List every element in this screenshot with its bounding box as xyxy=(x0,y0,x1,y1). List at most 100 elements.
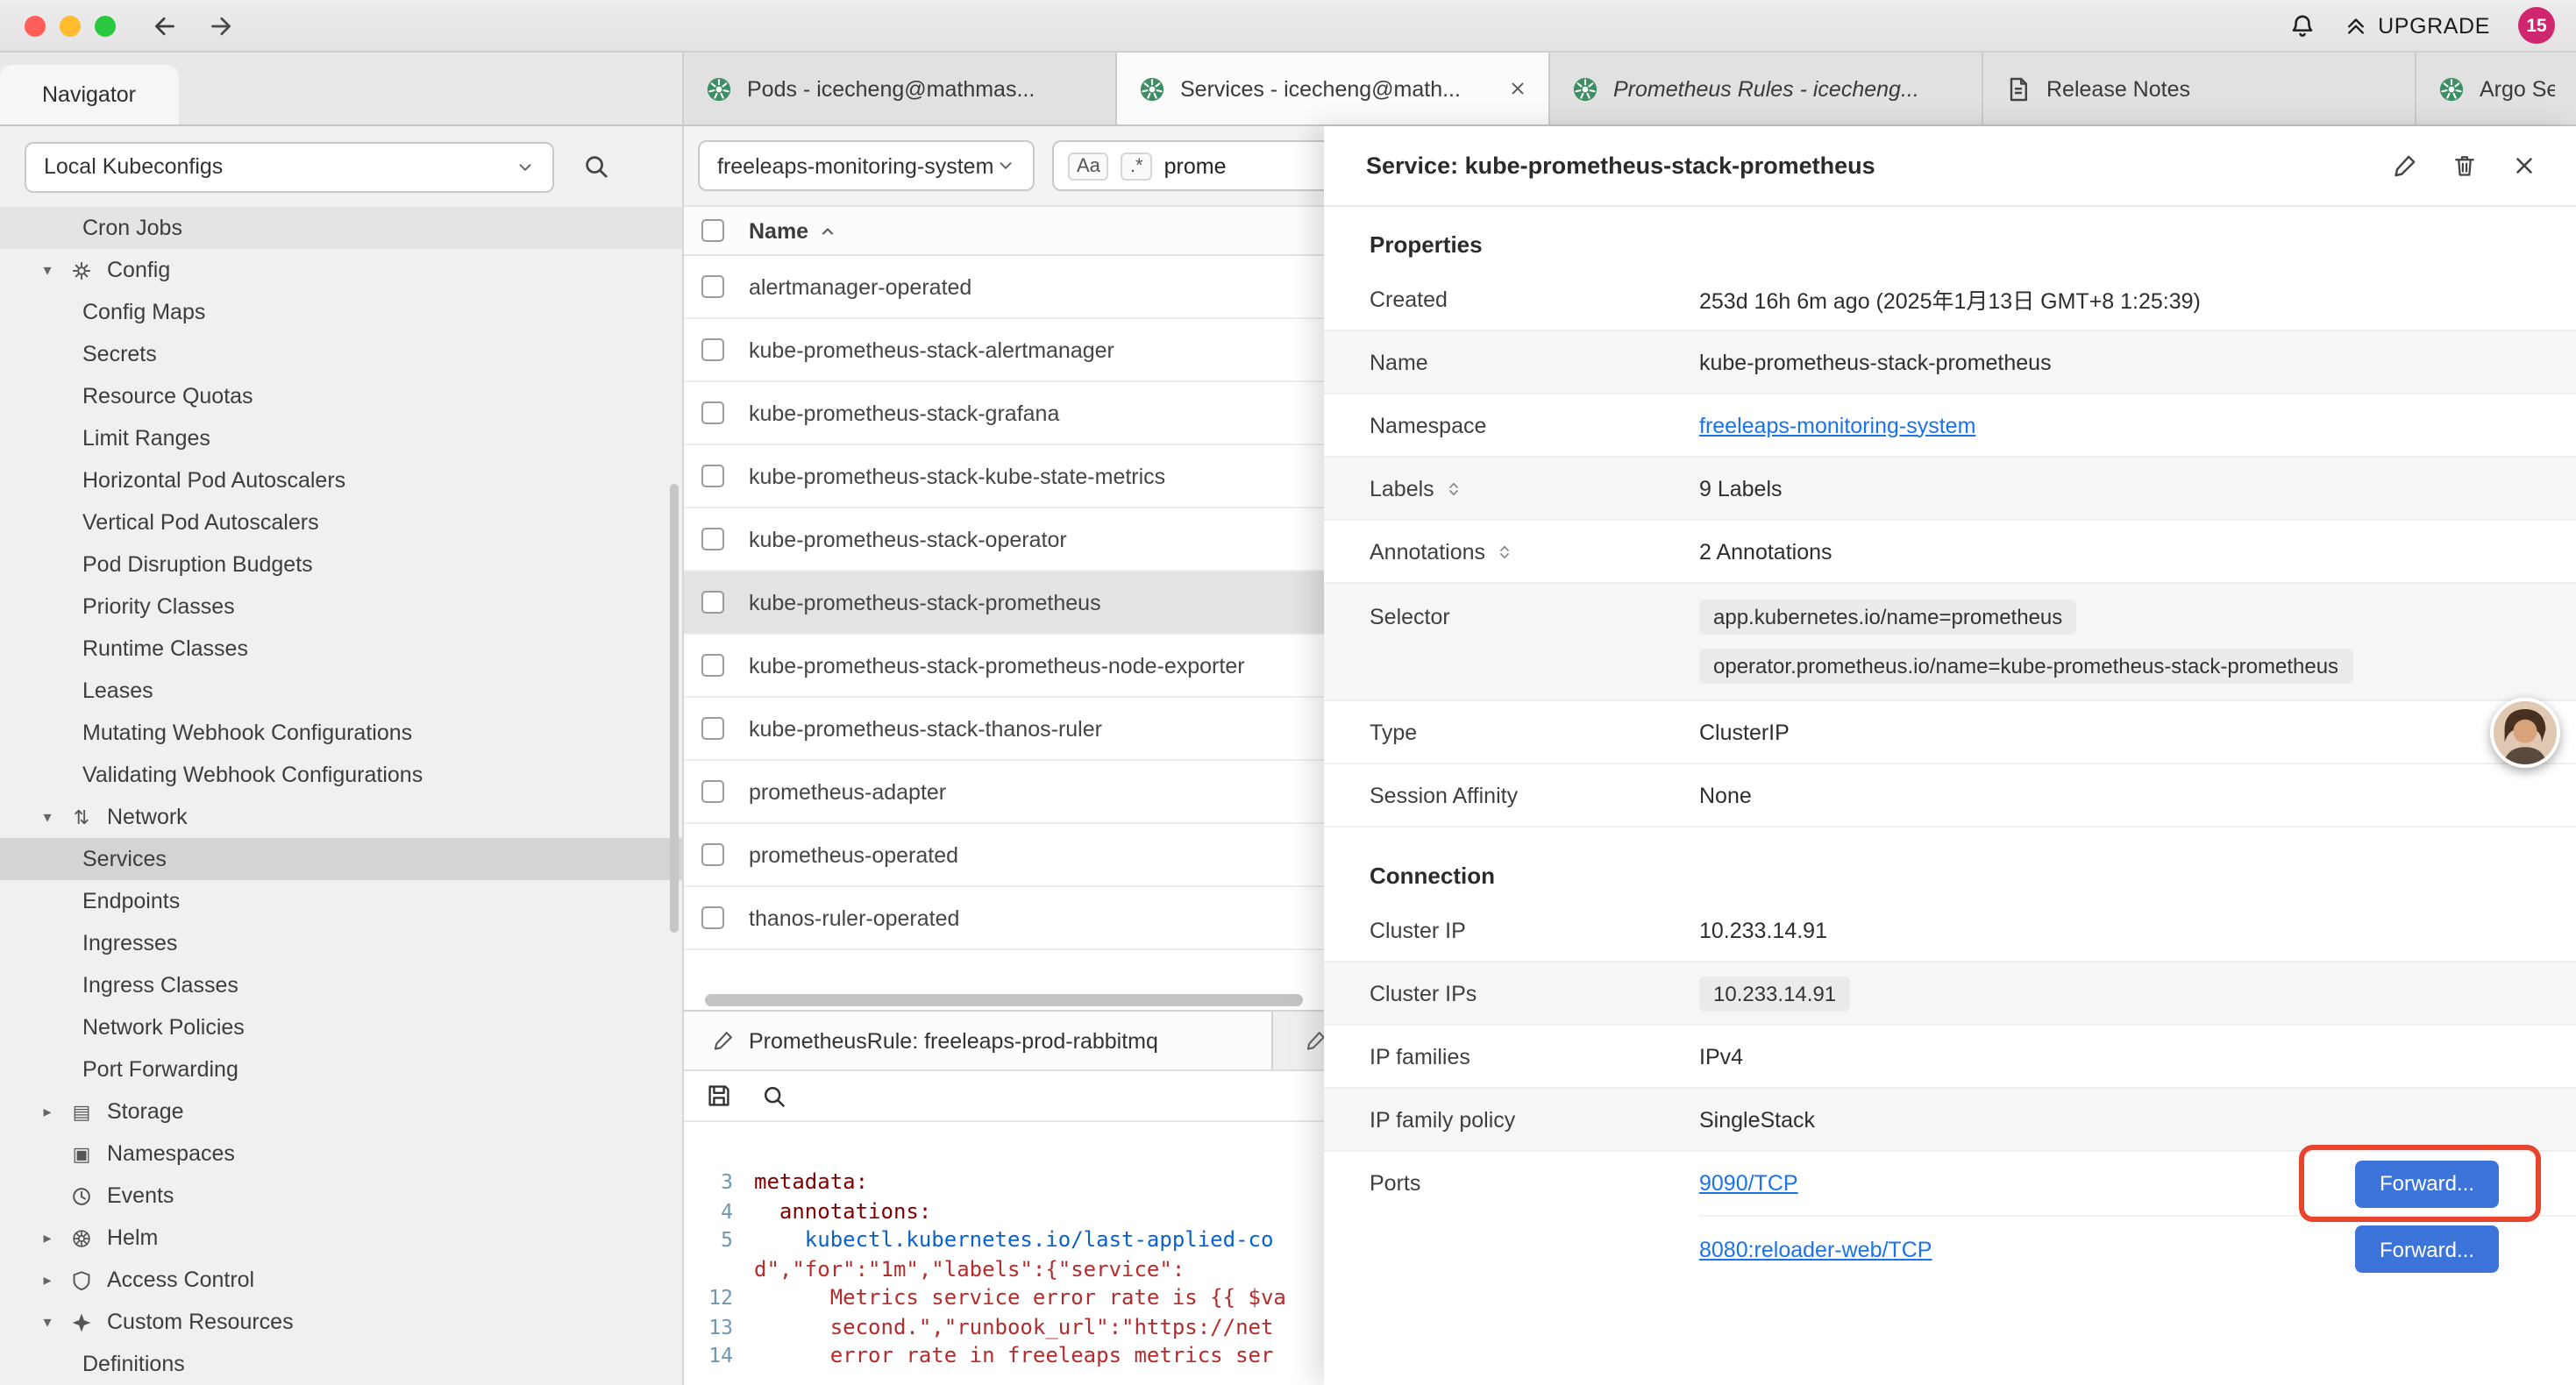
zoom-window-button[interactable] xyxy=(95,15,116,36)
row-checkbox[interactable] xyxy=(701,465,724,487)
expand-arrow-icon[interactable]: ▸ xyxy=(39,1102,56,1121)
tab-services-icecheng-math[interactable]: Services - icecheng@math... xyxy=(1117,53,1550,124)
sidebar-item-endpoints[interactable]: Endpoints xyxy=(0,880,682,922)
sidebar-item-cron-jobs[interactable]: Cron Jobs xyxy=(0,207,682,249)
upgrade-button[interactable]: UPGRADE xyxy=(2345,13,2490,38)
expand-arrow-icon[interactable]: ▸ xyxy=(39,1270,56,1289)
port-link[interactable]: 8080:reloader-web/TCP xyxy=(1699,1237,1932,1261)
table-row-kube-prometheus-stack-thanos-ruler[interactable]: kube-prometheus-stack-thanos-ruler xyxy=(684,698,1324,761)
sidebar-item-limit-ranges[interactable]: Limit Ranges xyxy=(0,417,682,459)
row-checkbox[interactable] xyxy=(701,591,724,614)
annotations-label[interactable]: Annotations xyxy=(1370,539,1699,564)
close-tab-icon[interactable] xyxy=(1508,79,1527,98)
editor-tab-prometheusrule[interactable]: PrometheusRule: freeleaps-prod-rabbitmq xyxy=(684,1012,1273,1069)
edit-button[interactable] xyxy=(2392,153,2418,179)
search-input[interactable]: Aa .* prome xyxy=(1052,140,1324,191)
sidebar-item-validating-webhook-configurations[interactable]: Validating Webhook Configurations xyxy=(0,754,682,796)
search-query-text: prome xyxy=(1164,153,1227,178)
sidebar-item-config[interactable]: ▾ Config xyxy=(0,249,682,291)
table-row-kube-prometheus-stack-kube-state-metrics[interactable]: kube-prometheus-stack-kube-state-metrics xyxy=(684,445,1324,508)
table-row-kube-prometheus-stack-prometheus[interactable]: kube-prometheus-stack-prometheus xyxy=(684,572,1324,635)
row-checkbox[interactable] xyxy=(701,906,724,929)
sidebar-item-resource-quotas[interactable]: Resource Quotas xyxy=(0,375,682,417)
table-row-kube-prometheus-stack-operator[interactable]: kube-prometheus-stack-operator xyxy=(684,508,1324,572)
close-window-button[interactable] xyxy=(25,15,46,36)
sidebar-item-custom-resources[interactable]: ▾ Custom Resources xyxy=(0,1301,682,1343)
sidebar-item-vertical-pod-autoscalers[interactable]: Vertical Pod Autoscalers xyxy=(0,501,682,543)
tab-release-notes[interactable]: Release Notes xyxy=(1983,53,2416,124)
sidebar-item-priority-classes[interactable]: Priority Classes xyxy=(0,586,682,628)
row-checkbox[interactable] xyxy=(701,717,724,740)
table-row-kube-prometheus-stack-prometheus-node-ex[interactable]: kube-prometheus-stack-prometheus-node-ex… xyxy=(684,635,1324,698)
sidebar-item-leases[interactable]: Leases xyxy=(0,670,682,712)
yaml-editor[interactable]: 3 metadata: 4 annotations: 5 kubectl.kub… xyxy=(684,1122,1324,1385)
row-checkbox[interactable] xyxy=(701,843,724,866)
save-button[interactable] xyxy=(705,1082,733,1110)
sidebar-item-network-policies[interactable]: Network Policies xyxy=(0,1006,682,1048)
tab-navigator[interactable]: Navigator xyxy=(0,65,178,124)
horizontal-scrollbar[interactable] xyxy=(684,989,1324,1010)
select-all-checkbox[interactable] xyxy=(701,219,724,242)
sidebar-item-ingresses[interactable]: Ingresses xyxy=(0,922,682,964)
back-button[interactable] xyxy=(151,11,179,39)
sidebar-item-events[interactable]: Events xyxy=(0,1175,682,1217)
row-checkbox[interactable] xyxy=(701,528,724,550)
sidebar-item-namespaces[interactable]: ▣ Namespaces xyxy=(0,1133,682,1175)
row-checkbox[interactable] xyxy=(701,275,724,298)
tab-pods-icecheng-mathmas[interactable]: Pods - icecheng@mathmas... xyxy=(684,53,1117,124)
table-row-kube-prometheus-stack-grafana[interactable]: kube-prometheus-stack-grafana xyxy=(684,382,1324,445)
sidebar-item-port-forwarding[interactable]: Port Forwarding xyxy=(0,1048,682,1090)
expand-arrow-icon[interactable]: ▸ xyxy=(39,1228,56,1247)
row-checkbox[interactable] xyxy=(701,338,724,361)
expand-arrow-icon[interactable]: ▾ xyxy=(39,260,56,280)
regex-toggle[interactable]: .* xyxy=(1121,152,1152,180)
sidebar-item-storage[interactable]: ▸ ▤ Storage xyxy=(0,1090,682,1133)
table-row-kube-prometheus-stack-alertmanager[interactable]: kube-prometheus-stack-alertmanager xyxy=(684,319,1324,382)
column-header-name[interactable]: Name xyxy=(749,218,836,243)
editor-search-button[interactable] xyxy=(761,1083,787,1109)
scrollbar-thumb[interactable] xyxy=(705,993,1303,1005)
expand-arrow-icon[interactable]: ▾ xyxy=(39,807,56,827)
notification-count-badge[interactable]: 15 xyxy=(2518,7,2555,44)
namespace-filter-select[interactable]: freeleaps-monitoring-system xyxy=(698,140,1035,191)
editor-tab-partial[interactable] xyxy=(1273,1012,1324,1069)
sidebar-item-secrets[interactable]: Secrets xyxy=(0,333,682,375)
table-row-prometheus-operated[interactable]: prometheus-operated xyxy=(684,824,1324,887)
sidebar-item-mutating-webhook-configurations[interactable]: Mutating Webhook Configurations xyxy=(0,712,682,754)
sidebar-scrollbar[interactable] xyxy=(670,484,679,933)
close-drawer-button[interactable] xyxy=(2511,153,2537,179)
notifications-button[interactable] xyxy=(2288,11,2316,39)
forward-button[interactable] xyxy=(207,11,235,39)
namespace-link[interactable]: freeleaps-monitoring-system xyxy=(1699,413,1975,437)
tab-prometheus-rules-icecheng[interactable]: Prometheus Rules - icecheng... xyxy=(1550,53,1983,124)
sidebar-item-helm[interactable]: ▸ Helm xyxy=(0,1217,682,1259)
kubeconfig-selector[interactable]: Local Kubeconfigs xyxy=(25,141,554,192)
row-checkbox[interactable] xyxy=(701,401,724,424)
port-forward-button[interactable]: Forward... xyxy=(2355,1160,2499,1207)
sidebar-item-ingress-classes[interactable]: Ingress Classes xyxy=(0,964,682,1006)
tab-argo-se[interactable]: Argo Se xyxy=(2416,53,2576,124)
sidebar-item-network[interactable]: ▾ ⇅ Network xyxy=(0,796,682,838)
sidebar-item-pod-disruption-budgets[interactable]: Pod Disruption Budgets xyxy=(0,543,682,586)
expand-arrow-icon[interactable]: ▾ xyxy=(39,1312,56,1332)
port-link[interactable]: 9090/TCP xyxy=(1699,1171,1798,1196)
sidebar-item-config-maps[interactable]: Config Maps xyxy=(0,291,682,333)
sidebar-item-horizontal-pod-autoscalers[interactable]: Horizontal Pod Autoscalers xyxy=(0,459,682,501)
match-case-toggle[interactable]: Aa xyxy=(1068,152,1109,180)
sidebar-item-definitions[interactable]: Definitions xyxy=(0,1343,682,1385)
user-avatar[interactable] xyxy=(2490,698,2560,768)
table-row-thanos-ruler-operated[interactable]: thanos-ruler-operated xyxy=(684,887,1324,950)
sidebar-item-runtime-classes[interactable]: Runtime Classes xyxy=(0,628,682,670)
minimize-window-button[interactable] xyxy=(60,15,81,36)
row-checkbox[interactable] xyxy=(701,780,724,803)
labels-label[interactable]: Labels xyxy=(1370,476,1699,501)
sidebar-item-services[interactable]: Services xyxy=(0,838,682,880)
table-row-prometheus-adapter[interactable]: prometheus-adapter xyxy=(684,761,1324,824)
table-row-alertmanager-operated[interactable]: alertmanager-operated xyxy=(684,256,1324,319)
port-forward-button[interactable]: Forward... xyxy=(2355,1225,2499,1273)
sidebar-item-access-control[interactable]: ▸ Access Control xyxy=(0,1259,682,1301)
editor-tab-strip: Pods - icecheng@mathmas... Services - ic… xyxy=(684,53,2576,124)
row-checkbox[interactable] xyxy=(701,654,724,677)
sidebar-search-button[interactable] xyxy=(582,153,610,181)
delete-button[interactable] xyxy=(2451,153,2478,179)
